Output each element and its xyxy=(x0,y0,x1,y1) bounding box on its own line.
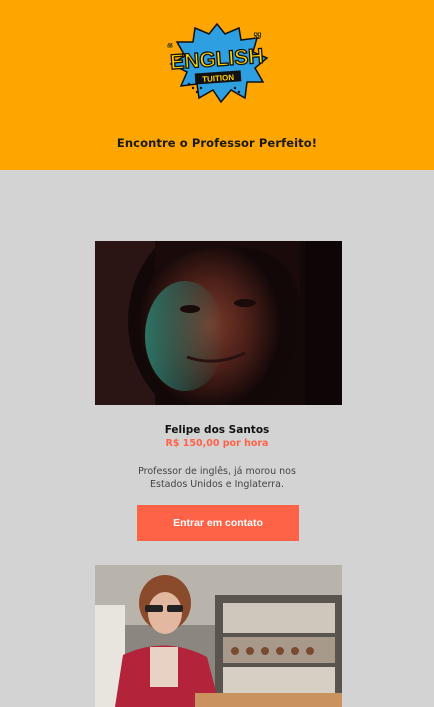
teacher-photo xyxy=(95,241,342,405)
site-header: ENGLISH TUITION ” “ Encontre o Professor… xyxy=(0,0,434,170)
description-line: Estados Unidos e Inglaterra. xyxy=(150,478,284,490)
description-line: Professor de inglês, já morou nos xyxy=(138,466,296,477)
svg-text:”: ” xyxy=(253,30,262,50)
teacher-photo xyxy=(95,565,342,707)
teacher-name: Felipe dos Santos xyxy=(164,424,270,436)
page-tagline: Encontre o Professor Perfeito! xyxy=(116,136,318,150)
teacher-description: Professor de inglês, já morou nos Estado… xyxy=(130,466,304,491)
svg-text:“: “ xyxy=(167,41,173,55)
teacher-price: R$ 150,00 por hora xyxy=(165,438,269,449)
english-tuition-logo[interactable]: ENGLISH TUITION ” “ xyxy=(165,22,269,104)
contact-button[interactable]: Entrar em contato xyxy=(137,505,299,541)
